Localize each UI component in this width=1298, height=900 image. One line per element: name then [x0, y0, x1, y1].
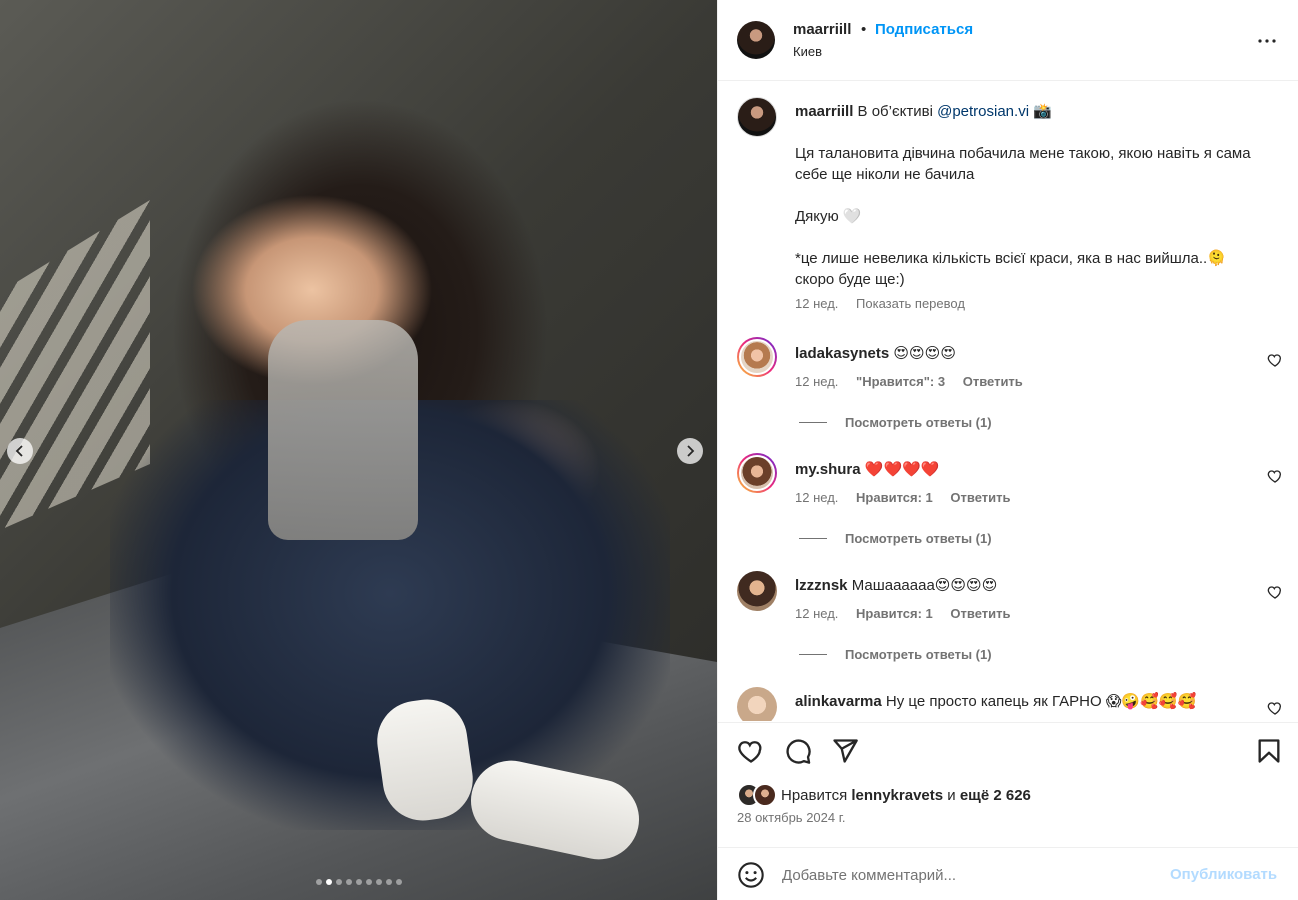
comment-icon[interactable] — [784, 737, 812, 765]
carousel-dot — [365, 879, 372, 885]
comment-age: 12 нед. — [795, 374, 839, 389]
likes-and: и — [947, 786, 956, 804]
view-replies-button[interactable]: Посмотреть ответы (1) — [799, 415, 992, 430]
carousel-dot — [345, 879, 352, 885]
commenter-username[interactable]: alinkavarma — [795, 693, 882, 710]
more-icon[interactable] — [1255, 29, 1279, 53]
caption-line2: Дякую 🤍 — [795, 208, 862, 225]
author-avatar[interactable] — [737, 21, 775, 59]
likes-count[interactable]: ещё 2 626 — [960, 787, 1031, 804]
comment-body: Машаааааа😍😍😍😍 — [851, 577, 998, 594]
likes-summary[interactable]: Нравится lennykravets и ещё 2 626 — [737, 783, 1031, 807]
likes-text: Нравится lennykravets и ещё 2 626 — [781, 787, 1031, 804]
caption-mention[interactable]: @petrosian.vi — [937, 103, 1029, 120]
replies-divider — [799, 654, 827, 655]
view-replies-label: Посмотреть ответы (1) — [845, 531, 992, 546]
comment-heart-icon[interactable] — [1267, 584, 1283, 600]
replies-divider — [799, 422, 827, 423]
comment-age: 12 нед. — [795, 490, 839, 505]
camera-emoji: 📸 — [1033, 103, 1052, 120]
post-panel: maarriill • Подписаться Киев maarriill В… — [717, 0, 1298, 900]
view-replies-button[interactable]: Посмотреть ответы (1) — [799, 531, 992, 546]
commenter-username[interactable]: ladakasynets — [795, 345, 889, 362]
carousel-dot — [385, 879, 392, 885]
view-replies-label: Посмотреть ответы (1) — [845, 415, 992, 430]
caption-author[interactable]: maarriill — [795, 103, 853, 120]
post-header: maarriill • Подписаться Киев — [718, 0, 1298, 81]
comment-body: ❤️❤️❤️❤️ — [864, 461, 940, 478]
carousel-prev-button[interactable] — [7, 438, 33, 464]
reply-button[interactable]: Ответить — [963, 374, 1023, 389]
follow-button[interactable]: Подписаться — [875, 21, 973, 38]
emoji-icon[interactable] — [737, 861, 765, 889]
likes-user[interactable]: lennykravets — [851, 787, 943, 804]
location-link[interactable]: Киев — [793, 44, 822, 59]
comment-body: Ну це просто капець як ГАРНО 😱🤪🥰🥰🥰 — [885, 693, 1197, 710]
comment-likes[interactable]: Нравится: 1 — [856, 490, 933, 505]
caption-intro: В об’єктиві — [857, 103, 933, 120]
separator: • — [861, 21, 867, 38]
commenter-username[interactable]: lzzznsk — [795, 577, 848, 594]
likes-prefix: Нравится — [781, 786, 848, 804]
caption-text: maarriill В об’єктиві @petrosian.vi 📸 Ця… — [795, 101, 1265, 290]
carousel-dot — [325, 879, 332, 885]
carousel-dot — [355, 879, 362, 885]
chevron-right-icon — [687, 445, 695, 457]
commenter-avatar[interactable] — [737, 687, 777, 721]
comment-text: my.shura ❤️❤️❤️❤️ — [795, 459, 1255, 480]
heart-icon[interactable] — [737, 737, 765, 765]
chevron-left-icon — [15, 445, 23, 457]
action-bar — [718, 722, 1298, 780]
comment-heart-icon[interactable] — [1267, 468, 1283, 484]
post-date[interactable]: 28 октябрь 2024 г. — [737, 810, 846, 825]
comment-composer: Опубликовать — [718, 847, 1298, 900]
comment-meta: 12 нед. Нравится: 1 Ответить — [795, 606, 1024, 621]
caption-author-avatar[interactable] — [737, 97, 777, 137]
comment-likes[interactable]: Нравится: 1 — [856, 606, 933, 621]
view-replies-button[interactable]: Посмотреть ответы (1) — [799, 647, 992, 662]
comment-age: 12 нед. — [795, 606, 839, 621]
publish-button[interactable]: Опубликовать — [1170, 866, 1277, 883]
liker-avatar — [753, 783, 777, 807]
comment-text: alinkavarma Ну це просто капець як ГАРНО… — [795, 691, 1255, 712]
commenter-username[interactable]: my.shura — [795, 461, 861, 478]
reply-button[interactable]: Ответить — [950, 606, 1010, 621]
commenter-avatar[interactable] — [737, 571, 777, 611]
carousel-dot — [375, 879, 382, 885]
comment-meta: 12 нед. "Нравится": 3 Ответить — [795, 374, 1037, 389]
caption-meta: 12 нед. Показать перевод — [795, 296, 965, 311]
carousel-dot — [395, 879, 402, 885]
photo-tank-top — [268, 320, 418, 540]
comment-input[interactable] — [782, 860, 1162, 890]
carousel-dot — [335, 879, 342, 885]
caption-line3: *це лише невелика кількість всієї краси,… — [795, 250, 1226, 288]
comment-text: lzzznsk Машаааааа😍😍😍😍 — [795, 575, 1255, 596]
bookmark-icon[interactable] — [1255, 737, 1283, 765]
post-media[interactable] — [0, 0, 717, 900]
share-icon[interactable] — [831, 737, 859, 765]
reply-button[interactable]: Ответить — [950, 490, 1010, 505]
comment-heart-icon[interactable] — [1267, 700, 1283, 716]
carousel-dot — [315, 879, 322, 885]
replies-divider — [799, 538, 827, 539]
view-replies-label: Посмотреть ответы (1) — [845, 647, 992, 662]
comment-meta: 12 нед. Нравится: 1 Ответить — [795, 490, 1024, 505]
comments-scroll[interactable]: maarriill В об’єктиві @petrosian.vi 📸 Ця… — [718, 81, 1298, 721]
comment-body: 😍😍😍😍 — [893, 345, 956, 362]
carousel-indicator — [0, 879, 717, 885]
caption-line1: Ця талановита дівчина побачила мене тако… — [795, 145, 1251, 183]
comment-heart-icon[interactable] — [1267, 352, 1283, 368]
comment-likes[interactable]: "Нравится": 3 — [856, 374, 945, 389]
commenter-avatar[interactable] — [737, 453, 777, 493]
commenter-avatar[interactable] — [737, 337, 777, 377]
carousel-next-button[interactable] — [677, 438, 703, 464]
translate-link[interactable]: Показать перевод — [856, 296, 965, 311]
author-username[interactable]: maarriill — [793, 21, 851, 38]
caption-age: 12 нед. — [795, 296, 839, 311]
comment-text: ladakasynets 😍😍😍😍 — [795, 343, 1255, 364]
